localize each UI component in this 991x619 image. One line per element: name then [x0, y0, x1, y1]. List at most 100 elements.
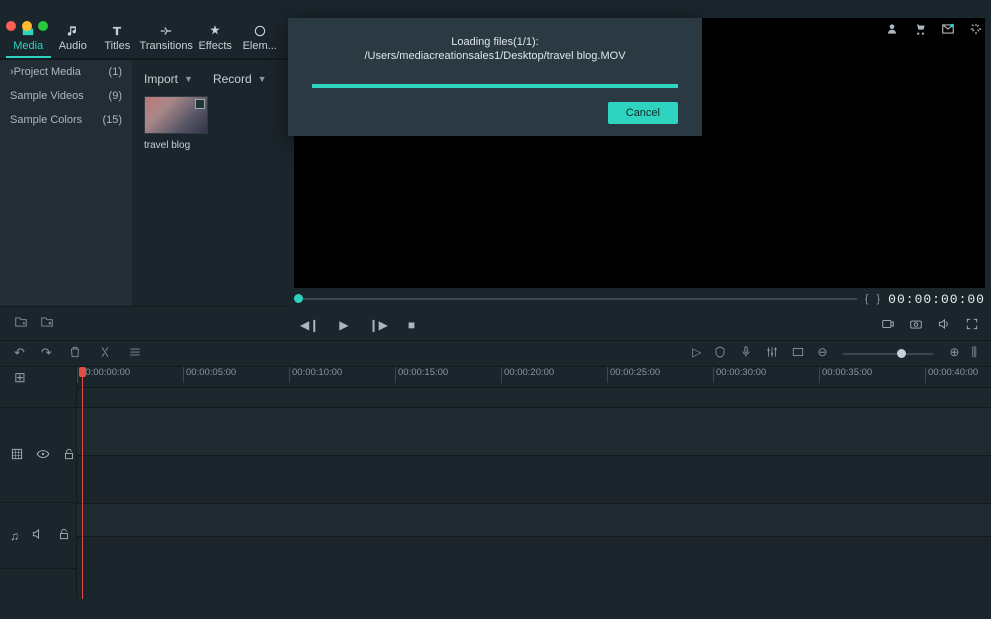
cancel-button[interactable]: Cancel: [608, 102, 678, 124]
split-button[interactable]: [98, 345, 112, 362]
zoom-handle[interactable]: [897, 349, 906, 358]
track-lock-icon[interactable]: [62, 447, 76, 464]
window-traffic-lights[interactable]: [6, 21, 48, 31]
media-browser: Import ▼ Record ▼ travel blog: [132, 60, 288, 306]
text-icon: [95, 22, 140, 40]
scrub-track[interactable]: [294, 298, 857, 300]
app-header-actions: [885, 22, 983, 39]
ruler-mark: 00:00:40:00: [925, 367, 991, 383]
zoom-out-button[interactable]: ⊖: [817, 345, 827, 362]
audio-track-header[interactable]: ♫: [0, 503, 76, 569]
timeline-view-tools: ▷ ⊖ ⊕ ⫼: [692, 345, 977, 362]
preview-scrubber: { } 00:00:00:00: [288, 288, 991, 310]
playhead-handle[interactable]: [79, 367, 86, 377]
media-panel: Media Audio Titles Transitions Effects E…: [0, 18, 288, 340]
render-icon[interactable]: ▷: [692, 345, 701, 362]
notifications-icon[interactable]: [941, 22, 955, 39]
category-sample-colors[interactable]: Sample Colors (15): [0, 108, 132, 132]
clip-type-icon: [195, 99, 205, 109]
audio-track-icon: ♫: [10, 529, 19, 543]
edit-tools-icon[interactable]: [128, 345, 142, 362]
playback-quality-icon[interactable]: [881, 317, 895, 334]
cart-icon[interactable]: [913, 22, 927, 39]
play-button[interactable]: ▶: [339, 318, 348, 332]
stop-button[interactable]: ■: [408, 318, 415, 332]
category-label: Sample Colors: [10, 114, 82, 126]
guides-icon[interactable]: [791, 345, 805, 362]
delete-button[interactable]: [68, 345, 82, 362]
tab-transitions[interactable]: Transitions: [140, 18, 193, 58]
timeline-ruler[interactable]: 00:00:00:00 00:00:05:00 00:00:10:00 00:0…: [77, 367, 991, 387]
fullscreen-icon[interactable]: [965, 317, 979, 334]
tab-effects[interactable]: Effects: [193, 18, 238, 58]
category-count: (9): [109, 90, 122, 102]
media-clip[interactable]: travel blog: [144, 96, 208, 151]
voiceover-icon[interactable]: [739, 345, 753, 362]
effects-icon: [193, 22, 238, 40]
progress-bar: [312, 84, 678, 88]
tab-label: Titles: [95, 40, 140, 52]
minimize-window-icon[interactable]: [22, 21, 32, 31]
account-icon[interactable]: [885, 22, 899, 39]
mark-in-icon[interactable]: {: [865, 293, 869, 305]
elements-icon: [237, 22, 282, 40]
ruler-mark: 00:00:05:00: [183, 367, 289, 383]
track-row[interactable]: [77, 503, 991, 536]
settings-icon[interactable]: [969, 22, 983, 39]
step-forward-button[interactable]: ❙▶: [369, 318, 388, 332]
zoom-slider[interactable]: [843, 353, 933, 355]
category-label: Project Media: [14, 66, 81, 78]
tab-label: Audio: [51, 40, 96, 52]
delete-folder-icon[interactable]: [40, 315, 54, 332]
close-window-icon[interactable]: [6, 21, 16, 31]
maximize-window-icon[interactable]: [38, 21, 48, 31]
track-mute-icon[interactable]: [31, 527, 45, 544]
ruler-mark: 00:00:35:00: [819, 367, 925, 383]
loading-dialog: Loading files(1/1): /Users/mediacreation…: [288, 18, 702, 136]
preview-actions: [881, 317, 979, 334]
record-dropdown[interactable]: Record ▼: [213, 72, 267, 86]
marker-icon[interactable]: [713, 345, 727, 362]
music-icon: [51, 22, 96, 40]
track-lock-icon[interactable]: [57, 527, 71, 544]
redo-button[interactable]: ↷: [41, 345, 52, 362]
timeline-panel: ↶ ↷ ▷ ⊖ ⊕ ⫼ ⊞ ♫: [0, 340, 991, 600]
tab-audio[interactable]: Audio: [51, 18, 96, 58]
tab-label: Effects: [193, 40, 238, 52]
track-visibility-icon[interactable]: [36, 447, 50, 464]
record-label: Record: [213, 72, 252, 86]
step-back-button[interactable]: ◀❙: [300, 318, 319, 332]
category-sample-videos[interactable]: Sample Videos (9): [0, 84, 132, 108]
add-track-button[interactable]: ⊞: [0, 367, 76, 387]
ruler-mark: 00:00:10:00: [289, 367, 395, 383]
timeline-tracks[interactable]: 00:00:00:00 00:00:05:00 00:00:10:00 00:0…: [77, 367, 991, 599]
undo-button[interactable]: ↶: [14, 345, 25, 362]
snapshot-icon[interactable]: [909, 317, 923, 334]
video-track-header[interactable]: [0, 407, 76, 503]
tab-label: Elem...: [237, 40, 282, 52]
tab-elements[interactable]: Elem...: [237, 18, 282, 58]
category-label: Sample Videos: [10, 90, 84, 102]
ruler-mark: 00:00:15:00: [395, 367, 501, 383]
category-count: (15): [102, 114, 122, 126]
mixer-icon[interactable]: [765, 345, 779, 362]
track-row[interactable]: [77, 455, 991, 503]
new-folder-icon[interactable]: [14, 315, 28, 332]
tab-label: Media: [6, 40, 51, 52]
category-project-media[interactable]: ›Project Media (1): [0, 60, 132, 84]
track-row[interactable]: [77, 536, 991, 569]
zoom-fit-icon[interactable]: ⫼: [971, 345, 977, 362]
ruler-mark: 00:00:00:00: [77, 367, 183, 383]
playhead[interactable]: [82, 367, 83, 599]
import-dropdown[interactable]: Import ▼: [144, 72, 193, 86]
mark-out-icon[interactable]: }: [876, 293, 880, 305]
zoom-in-button[interactable]: ⊕: [949, 345, 959, 362]
track-row[interactable]: [77, 407, 991, 455]
volume-icon[interactable]: [937, 317, 951, 334]
scrub-handle[interactable]: [294, 294, 303, 303]
track-row[interactable]: [77, 387, 991, 407]
import-label: Import: [144, 72, 178, 86]
tab-titles[interactable]: Titles: [95, 18, 140, 58]
media-panel-footer: [0, 306, 288, 340]
video-track-icon: [10, 447, 24, 464]
